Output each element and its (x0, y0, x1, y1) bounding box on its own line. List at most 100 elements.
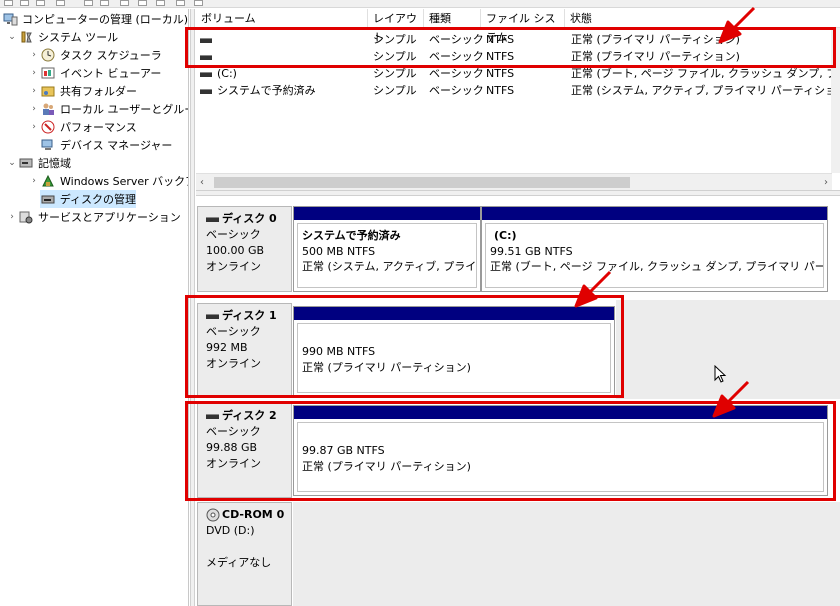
performance-icon (40, 120, 56, 134)
chevron-right-icon[interactable]: › (6, 212, 18, 222)
partition-details: 99.87 GB NTFS 正常 (プライマリ パーティション) (297, 422, 824, 492)
column-header-volume[interactable]: ボリューム (196, 9, 368, 28)
horizontal-scrollbar[interactable]: ‹ › (196, 173, 832, 190)
column-header-file-system[interactable]: ファイル システム (481, 9, 565, 44)
disk-state: オンライン (206, 260, 261, 273)
toolbar-button[interactable] (36, 0, 45, 6)
partition-disk-2[interactable]: 99.87 GB NTFS 正常 (プライマリ パーティション) (293, 405, 828, 496)
toolbar-button[interactable] (20, 0, 29, 6)
cdrom-0-info[interactable]: CD-ROM 0 DVD (D:) メディアなし (197, 502, 292, 606)
file-system-cell: NTFS (486, 84, 515, 97)
cdrom-drive: DVD (D:) (206, 524, 255, 537)
disk-kind: ベーシック (206, 425, 261, 438)
type-cell: ベーシック (429, 84, 484, 97)
tree-item-label: サービスとアプリケーション (38, 211, 181, 224)
partition-bar (294, 307, 614, 320)
table-row[interactable]: シンプル ベーシック NTFS 正常 (プライマリ パーティション) (196, 31, 840, 48)
table-row[interactable]: (C:) シンプル ベーシック NTFS 正常 (ブート, ページ ファイル, … (196, 65, 840, 82)
tree-item-label: コンピューターの管理 (ローカル) (22, 13, 189, 26)
partition-details: 990 MB NTFS 正常 (プライマリ パーティション) (297, 323, 611, 393)
disk-name-text: ディスク 0 (222, 212, 277, 225)
chevron-right-icon[interactable]: › (28, 104, 40, 114)
file-system-cell: NTFS (486, 67, 515, 80)
disk-name-text: ディスク 2 (222, 409, 277, 422)
volume-cell (200, 31, 368, 48)
disk-0-info[interactable]: ディスク 0 ベーシック 100.00 GB オンライン (197, 206, 292, 292)
computer-management-window: コンピューターの管理 (ローカル) ⌄ システム ツール › タスク スケジュー… (0, 0, 840, 606)
partition-system-reserved[interactable]: システムで予約済み 500 MB NTFS 正常 (システム, アクティブ, プ… (293, 206, 481, 292)
partition-size: 990 MB NTFS (302, 345, 376, 358)
scroll-right-icon[interactable]: › (824, 174, 828, 191)
vertical-splitter[interactable] (190, 9, 195, 606)
chevron-right-icon[interactable]: › (28, 86, 40, 96)
tree-item-local-users[interactable]: › ローカル ユーザーとグループ (28, 100, 188, 118)
tree-item-storage[interactable]: ⌄ 記憶域 (6, 154, 71, 172)
disk-2-info[interactable]: ディスク 2 ベーシック 99.88 GB オンライン (197, 403, 292, 498)
chevron-right-icon[interactable]: › (28, 176, 40, 186)
chevron-right-icon[interactable]: › (28, 122, 40, 132)
tree-item-performance[interactable]: › パフォーマンス (28, 118, 137, 136)
disk-management-icon (40, 192, 56, 206)
toolbar-button[interactable] (194, 0, 203, 6)
chevron-down-icon[interactable]: ⌄ (6, 158, 18, 168)
disk-size: 100.00 GB (206, 244, 265, 257)
disk-map: ディスク 0 ベーシック 100.00 GB オンライン システムで予約済み 5… (196, 196, 840, 606)
tree-item-computer-management[interactable]: コンピューターの管理 (ローカル) (2, 10, 188, 28)
toolbar-button[interactable] (120, 0, 129, 6)
toolbar-button[interactable] (56, 0, 65, 6)
partition-c-drive[interactable]: (C:) 99.51 GB NTFS 正常 (ブート, ページ ファイル, クラ… (481, 206, 828, 292)
tree-item-task-scheduler[interactable]: › タスク スケジューラ (28, 46, 162, 64)
disk-icon (206, 313, 219, 319)
status-cell: 正常 (プライマリ パーティション) (571, 50, 740, 63)
toolbar-button[interactable] (84, 0, 93, 6)
toolbar-button[interactable] (100, 0, 109, 6)
type-cell: ベーシック (429, 50, 484, 63)
navigation-tree: コンピューターの管理 (ローカル) ⌄ システム ツール › タスク スケジュー… (0, 9, 189, 606)
disk-state: オンライン (206, 357, 261, 370)
type-cell: ベーシック (429, 33, 484, 46)
layout-cell: シンプル (373, 84, 417, 97)
table-row[interactable]: シンプル ベーシック NTFS 正常 (プライマリ パーティション) (196, 48, 840, 65)
column-header-status[interactable]: 状態 (565, 9, 840, 28)
column-header-type[interactable]: 種類 (424, 9, 481, 28)
toolbar-strip (0, 0, 840, 8)
tree-item-windows-server-backup[interactable]: › Windows Server バックア (28, 172, 189, 190)
disk-1-info[interactable]: ディスク 1 ベーシック 992 MB オンライン (197, 303, 292, 397)
file-system-cell: NTFS (486, 50, 515, 63)
disk-kind: ベーシック (206, 325, 261, 338)
toolbar-button[interactable] (138, 0, 147, 6)
volume-icon (200, 37, 212, 43)
volume-list-header: ボリューム レイアウト 種類 ファイル システム 状態 (196, 9, 840, 44)
disk-size: 99.88 GB (206, 441, 258, 454)
tree-item-label: ディスクの管理 (59, 193, 136, 206)
scroll-left-icon[interactable]: ‹ (200, 174, 204, 191)
chevron-right-icon[interactable]: › (28, 50, 40, 60)
toolbar-button[interactable] (4, 0, 13, 6)
table-row[interactable]: システムで予約済み シンプル ベーシック NTFS 正常 (システム, アクティ… (196, 82, 840, 99)
tree-item-device-manager[interactable]: デバイス マネージャー (40, 136, 172, 154)
tree-item-disk-management[interactable]: ディスクの管理 (40, 190, 136, 208)
volume-icon (200, 88, 212, 94)
chevron-down-icon[interactable]: ⌄ (6, 32, 18, 42)
vertical-scrollbar[interactable] (831, 28, 840, 173)
tree-item-system-tools[interactable]: ⌄ システム ツール (6, 28, 118, 46)
tree-item-shared-folders[interactable]: › 共有フォルダー (28, 82, 137, 100)
chevron-right-icon[interactable]: › (28, 68, 40, 78)
tree-item-event-viewer[interactable]: › イベント ビューアー (28, 64, 161, 82)
scrollbar-thumb[interactable] (214, 177, 630, 188)
volume-cell: (C:) (200, 65, 368, 82)
toolbar-button[interactable] (176, 0, 185, 6)
status-cell: 正常 (システム, アクティブ, プライマリ パーティション) (571, 84, 840, 97)
partition-size: 99.51 GB NTFS (490, 244, 573, 258)
tree-item-label: Windows Server バックア (60, 175, 189, 188)
tree-item-services-and-applications[interactable]: › サービスとアプリケーション (6, 208, 181, 226)
partition-disk-1[interactable]: 990 MB NTFS 正常 (プライマリ パーティション) (293, 306, 615, 397)
column-header-layout[interactable]: レイアウト (368, 9, 424, 44)
volume-name: (C:) (217, 67, 237, 80)
cdrom-empty-area (293, 502, 840, 606)
cd-icon (206, 508, 220, 522)
partition-bar (294, 207, 480, 220)
toolbar-button[interactable] (156, 0, 165, 6)
partition-details: (C:) 99.51 GB NTFS 正常 (ブート, ページ ファイル, クラ… (485, 223, 824, 288)
partition-status: 正常 (システム, アクティブ, プライマリ パ (302, 260, 477, 273)
